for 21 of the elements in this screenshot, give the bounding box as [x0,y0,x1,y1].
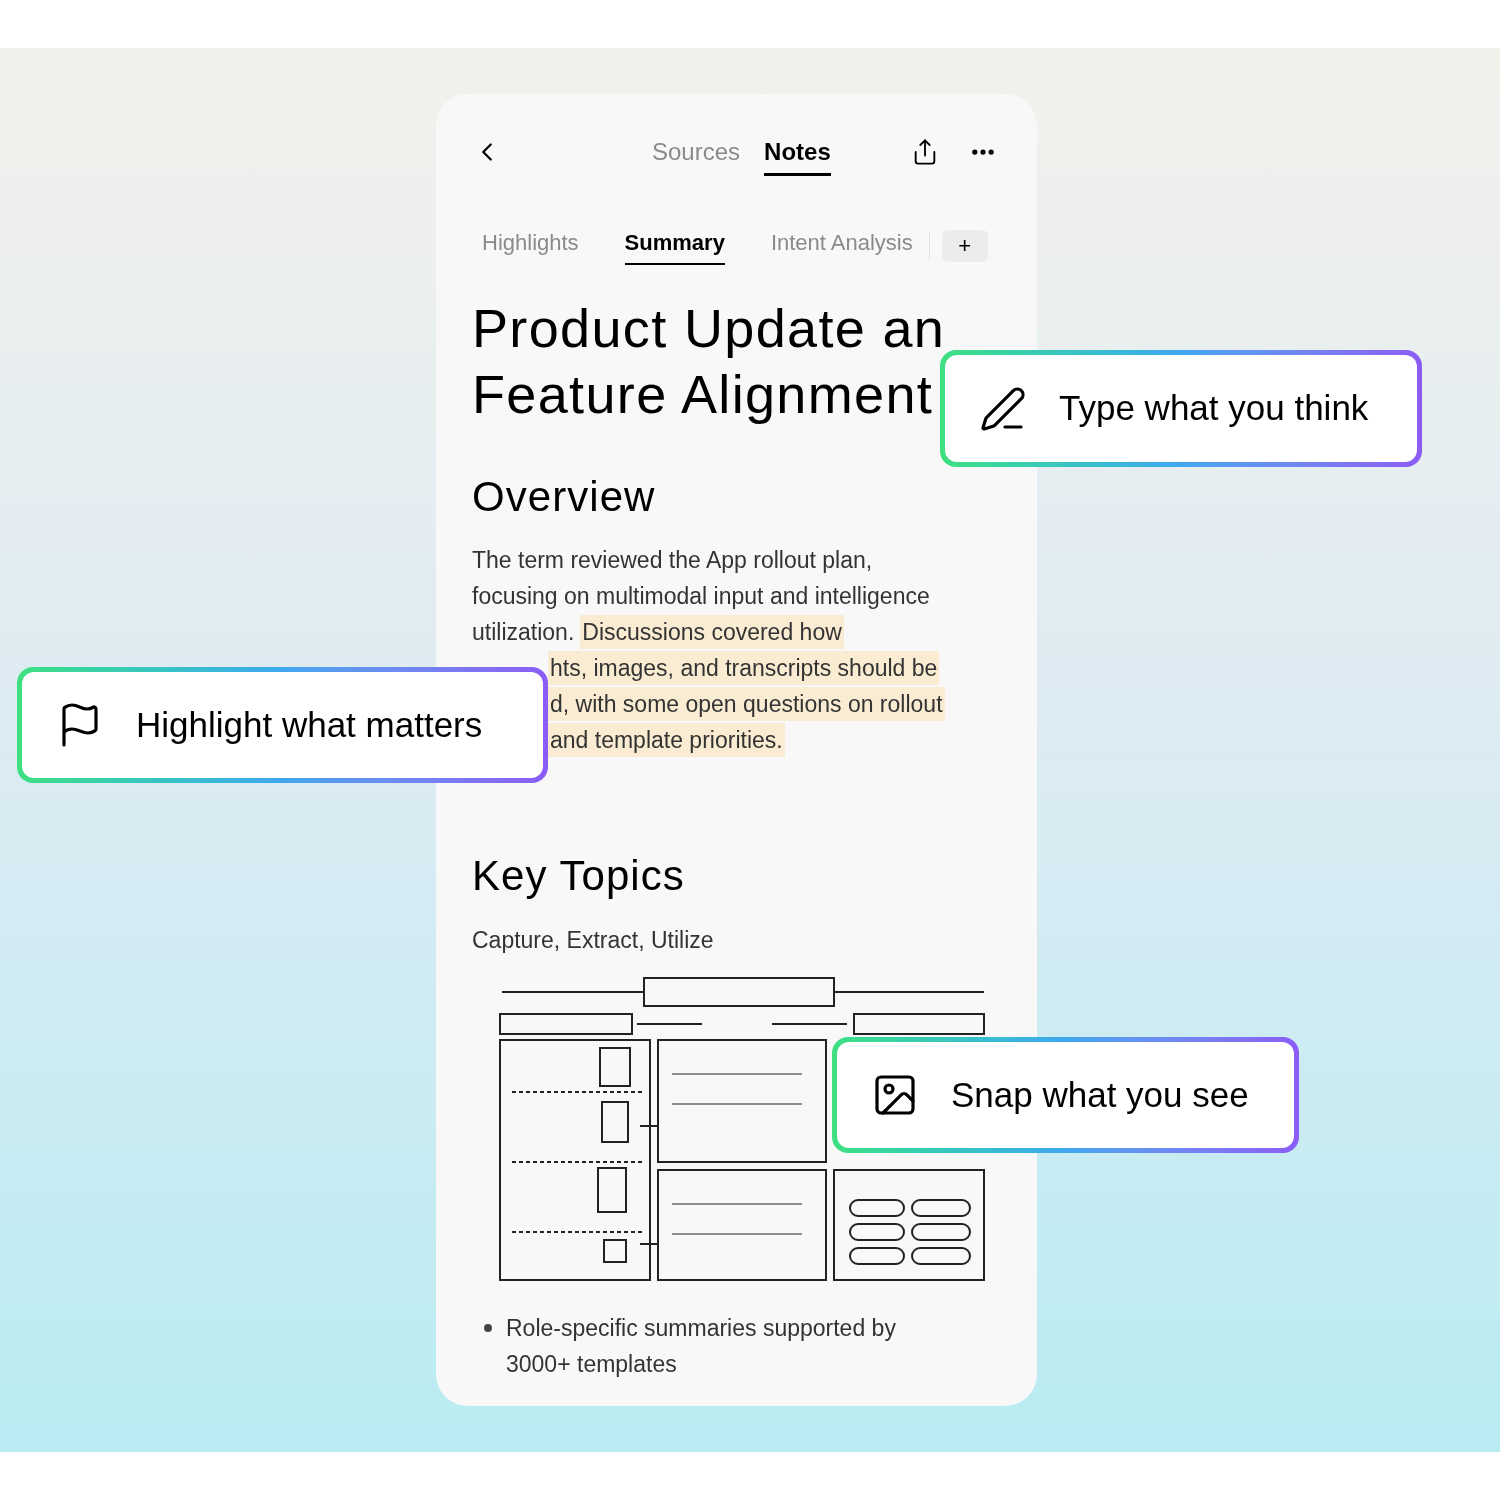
paragraph-text: focusing on multimodal input and intelligence [472,581,930,611]
note-tab[interactable]: Summary [624,226,725,265]
note-title: Feature Alignment [472,363,935,426]
callout-text: Highlight what matters [136,703,483,746]
view-tab[interactable]: Notes [764,128,831,176]
paragraph-text: The term reviewed the App rollout plan, [472,545,873,575]
paragraph-text: utilization. [472,617,575,647]
highlighted-text: d, with some open questions on rollout [548,686,945,722]
section-heading: Key Topics [472,851,686,901]
section-heading: Overview [472,472,657,522]
bullet-text: Role-specific summaries supported by 3000+ templates [506,1313,897,1379]
pen-icon [979,384,1027,433]
highlighted-text: Discussions covered how [580,614,844,650]
bullet-icon [484,1323,492,1332]
topics-text: Capture, Extract, Utilize [472,926,715,955]
note-title: Product Update an [472,297,947,360]
add-tab-button[interactable]: + [941,229,988,262]
callout-text: Snap what you see [951,1073,1249,1116]
callout-text: Type what you think [1059,387,1369,430]
highlighted-text: hts, images, and transcripts should be [548,650,940,686]
highlighted-text: and template priorities. [548,722,785,758]
